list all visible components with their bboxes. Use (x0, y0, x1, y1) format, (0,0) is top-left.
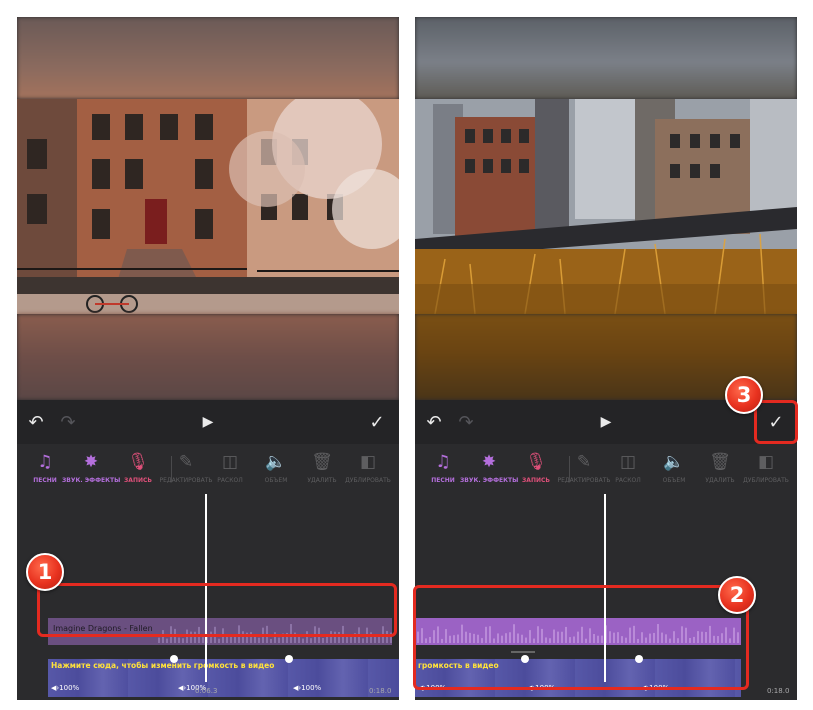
waveform-bar (182, 638, 184, 643)
city-highline-photo (415, 99, 797, 314)
duplicate-button[interactable]: ◧ ДУБЛИРОВАТЬ (339, 450, 397, 485)
end-time: 0:18.0 (767, 687, 790, 695)
audio-tools-bar: ♫ ПЕСНИ ✸ ЗВУК. ЭФФЕКТЫ 🎙 ЗАПИСЬ ✎ РЕДАК… (415, 444, 797, 494)
callout-box-confirm (754, 400, 798, 444)
transition-icon[interactable] (170, 655, 178, 663)
redo-icon[interactable]: ↷ (55, 409, 81, 435)
undo-icon[interactable]: ↶ (23, 409, 49, 435)
waveform-bar (254, 636, 256, 643)
video-track[interactable]: Нажмите сюда, чтобы изменить громкость в… (48, 659, 399, 697)
duplicate-label: ДУБЛИРОВАТЬ (743, 477, 789, 484)
waveform-bar (202, 637, 204, 643)
waveform-bar (310, 638, 312, 643)
play-icon[interactable]: ▶ (593, 409, 619, 435)
confirm-checkmark-icon[interactable]: ✓ (364, 409, 390, 435)
clip-volume-label: ◀›100% (51, 684, 80, 692)
waveform-bar (258, 637, 260, 643)
duplicate-icon: ◧ (359, 452, 377, 472)
waveform-bar (166, 638, 168, 643)
video-preview (415, 17, 797, 400)
callout-badge-3: 3 (725, 376, 763, 414)
callout-badge-2: 2 (718, 576, 756, 614)
duplicate-button[interactable]: ◧ ДУБЛИРОВАТЬ (737, 450, 795, 485)
callout-box-selected-track (413, 585, 749, 690)
callout-badge-1: 1 (26, 553, 64, 591)
waveform-bar (322, 637, 324, 643)
waveform-bar (158, 637, 160, 643)
waveform-bar (178, 637, 180, 643)
redo-icon[interactable]: ↷ (453, 409, 479, 435)
duplicate-icon: ◧ (757, 452, 775, 472)
duplicate-label: ДУБЛИРОВАТЬ (345, 477, 391, 484)
blurred-background-bottom (17, 314, 399, 400)
play-icon[interactable]: ▶ (195, 409, 221, 435)
waveform-bar (362, 638, 364, 643)
waveform-bar (326, 636, 328, 643)
editor-toolbar: ↶ ↷ ▶ ✓ (17, 400, 399, 444)
callout-box-audio-track (37, 583, 397, 637)
waveform-bar (302, 638, 304, 643)
video-volume-hint[interactable]: Нажмите сюда, чтобы изменить громкость в… (51, 661, 274, 670)
current-time: 0:06.3 (195, 687, 218, 695)
end-time: 0:18.0 (369, 687, 392, 695)
waveform-bar (378, 636, 380, 643)
waveform-bar (270, 638, 272, 643)
waveform-bar (278, 637, 280, 643)
blurred-background-top (415, 17, 797, 99)
undo-icon[interactable]: ↶ (421, 409, 447, 435)
audio-tools-bar: ♫ ПЕСНИ ✸ ЗВУК. ЭФФЕКТЫ 🎙 ЗАПИСЬ ✎ РЕДАК… (17, 444, 399, 494)
clip-volume-label: ◀›100% (293, 684, 322, 692)
waveform-bar (218, 638, 220, 643)
waveform-bar (374, 636, 376, 643)
waveform-bar (350, 636, 352, 643)
blurred-background-top (17, 17, 399, 99)
brownstone-photo (17, 99, 399, 314)
transition-icon[interactable] (285, 655, 293, 663)
video-preview (17, 17, 399, 400)
